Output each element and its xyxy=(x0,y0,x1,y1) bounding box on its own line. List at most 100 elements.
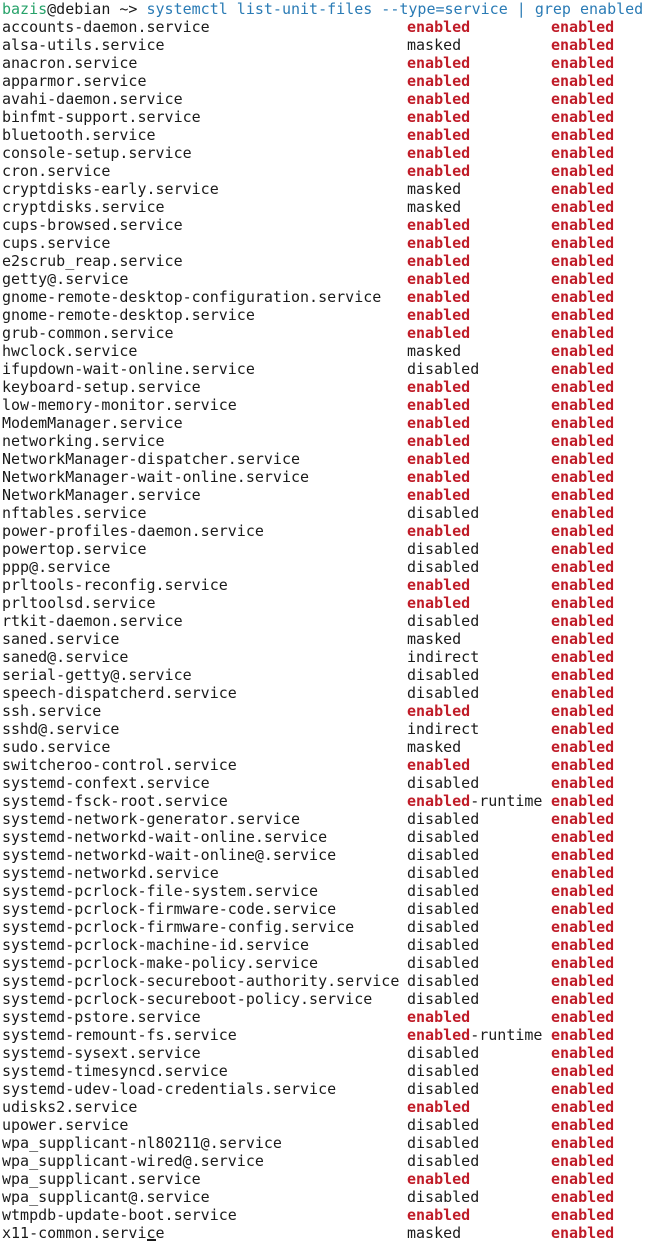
unit-state-value: disabled xyxy=(407,774,480,792)
vendor-preset: enabled xyxy=(551,738,615,756)
unit-file-state: disabled xyxy=(407,846,479,864)
unit-file-name: speech-dispatcherd.service xyxy=(2,684,237,702)
unit-file-name: console-setup.service xyxy=(2,144,192,162)
vendor-preset: enabled xyxy=(551,936,615,954)
unit-file-name: systemd-pcrlock-firmware-config.service xyxy=(2,918,355,936)
output-row: systemd-networkd.service disabled enabled xyxy=(2,864,651,882)
output-row: saned.service masked enabled xyxy=(2,630,651,648)
unit-file-name: ppp@.service xyxy=(2,558,111,576)
output-row: gnome-remote-desktop-configuration.servi… xyxy=(2,288,651,306)
unit-file-name: prltoolsd.service xyxy=(2,594,156,612)
vendor-preset: enabled xyxy=(551,18,615,36)
command-output: accounts-daemon.service enabled enabled als… xyxy=(2,18,651,1242)
unit-file-name: systemd-fsck-root.service xyxy=(2,792,228,810)
vendor-preset: enabled xyxy=(551,342,615,360)
output-row: binfmt-support.service enabled enabled xyxy=(2,108,651,126)
unit-file-state: enabled xyxy=(407,594,470,612)
unit-file-name: systemd-network-generator.service xyxy=(2,810,301,828)
unit-file-state: enabled xyxy=(407,486,470,504)
unit-file-state: disabled xyxy=(407,1044,479,1062)
vendor-preset: enabled xyxy=(551,252,615,270)
output-row: systemd-pstore.service enabled enabled xyxy=(2,1008,651,1026)
unit-state-value: enabled xyxy=(407,18,471,36)
unit-file-state: enabled-runtime xyxy=(407,792,542,810)
unit-file-name: wpa_supplicant-nl80211@.service xyxy=(2,1134,282,1152)
vendor-preset: enabled xyxy=(551,576,615,594)
vendor-preset: enabled xyxy=(551,1170,615,1188)
unit-file-name: saned@.service xyxy=(2,648,129,666)
unit-file-state: disabled xyxy=(407,1134,479,1152)
unit-file-name: systemd-pstore.service xyxy=(2,1008,201,1026)
output-row: systemd-timesyncd.service disabled enabled xyxy=(2,1062,651,1080)
unit-file-name: systemd-networkd.service xyxy=(2,864,219,882)
unit-file-name: saned.service xyxy=(2,630,120,648)
unit-file-name: systemd-pcrlock-file-system.service xyxy=(2,882,319,900)
unit-file-name: systemd-udev-load-credentials.service xyxy=(2,1080,337,1098)
unit-file-name: avahi-daemon.service xyxy=(2,90,183,108)
unit-state-value: masked xyxy=(407,180,462,198)
prompt-host: @debian ~> xyxy=(47,0,147,18)
unit-file-state: enabled xyxy=(407,1098,470,1116)
output-row: cryptdisks-early.service masked enabled xyxy=(2,180,651,198)
unit-file-state: enabled xyxy=(407,270,470,288)
unit-file-state: enabled xyxy=(407,126,470,144)
output-row: systemd-pcrlock-make-policy.service disab… xyxy=(2,954,651,972)
vendor-preset: enabled xyxy=(551,324,615,342)
vendor-preset: enabled xyxy=(551,1188,615,1206)
vendor-preset: enabled xyxy=(551,540,615,558)
output-row: networking.service enabled enabled xyxy=(2,432,651,450)
vendor-preset: enabled xyxy=(551,468,615,486)
vendor-preset: enabled xyxy=(551,72,615,90)
unit-file-name: cryptdisks.service xyxy=(2,198,165,216)
unit-file-name: systemd-networkd-wait-online@.service xyxy=(2,846,337,864)
unit-file-name: cron.service xyxy=(2,162,111,180)
unit-file-state: masked xyxy=(407,180,461,198)
vendor-preset: enabled xyxy=(551,306,615,324)
vendor-preset: enabled xyxy=(551,522,615,540)
unit-file-state: enabled xyxy=(407,702,470,720)
vendor-preset: enabled xyxy=(551,702,615,720)
unit-state-value: enabled xyxy=(407,1008,471,1026)
unit-file-state: enabled xyxy=(407,522,470,540)
prompt-line: bazis@debian ~> systemctl list-unit-file… xyxy=(2,0,651,18)
unit-file-state: enabled xyxy=(407,54,470,72)
unit-file-state: disabled xyxy=(407,954,479,972)
vendor-preset: enabled xyxy=(551,198,615,216)
vendor-preset: enabled xyxy=(551,144,615,162)
unit-file-state: masked xyxy=(407,342,461,360)
vendor-preset: enabled xyxy=(551,810,615,828)
unit-file-state: enabled xyxy=(407,378,470,396)
vendor-preset: enabled xyxy=(551,450,615,468)
unit-state-value: enabled xyxy=(407,576,471,594)
vendor-preset: enabled xyxy=(551,54,615,72)
unit-file-name: hwclock.service xyxy=(2,342,138,360)
unit-state-value: disabled xyxy=(407,846,480,864)
unit-state-value: masked xyxy=(407,342,462,360)
unit-file-name: rtkit-daemon.service xyxy=(2,612,183,630)
unit-file-state: enabled xyxy=(407,108,470,126)
vendor-preset: enabled xyxy=(551,1224,615,1242)
unit-state-value: disabled xyxy=(407,972,480,990)
unit-file-name: systemd-networkd-wait-online.service xyxy=(2,828,328,846)
unit-file-name: low-memory-monitor.service xyxy=(2,396,237,414)
unit-state-value: enabled xyxy=(407,108,471,126)
vendor-preset: enabled xyxy=(551,684,615,702)
unit-state-value: enabled xyxy=(407,162,471,180)
unit-file-name: systemd-pcrlock-secureboot-authority.ser… xyxy=(2,972,400,990)
unit-file-state: disabled xyxy=(407,1152,479,1170)
unit-file-name: binfmt-support.service xyxy=(2,108,201,126)
unit-state-value: enabled xyxy=(407,486,471,504)
output-row: anacron.service enabled enabled xyxy=(2,54,651,72)
unit-file-name: systemd-pcrlock-firmware-code.service xyxy=(2,900,337,918)
unit-file-state: disabled xyxy=(407,1062,479,1080)
output-row: prltools-reconfig.service enabled enabled xyxy=(2,576,651,594)
vendor-preset: enabled xyxy=(551,360,615,378)
terminal-window[interactable]: bazis@debian ~> systemctl list-unit-file… xyxy=(2,0,651,1242)
vendor-preset: enabled xyxy=(551,918,615,936)
unit-file-name: x11-common.service xyxy=(2,1224,165,1242)
unit-state-value: indirect xyxy=(407,648,480,666)
output-row: avahi-daemon.service enabled enabled xyxy=(2,90,651,108)
vendor-preset: enabled xyxy=(551,162,615,180)
unit-state-value: enabled xyxy=(407,450,471,468)
unit-state-value: disabled xyxy=(407,1188,480,1206)
